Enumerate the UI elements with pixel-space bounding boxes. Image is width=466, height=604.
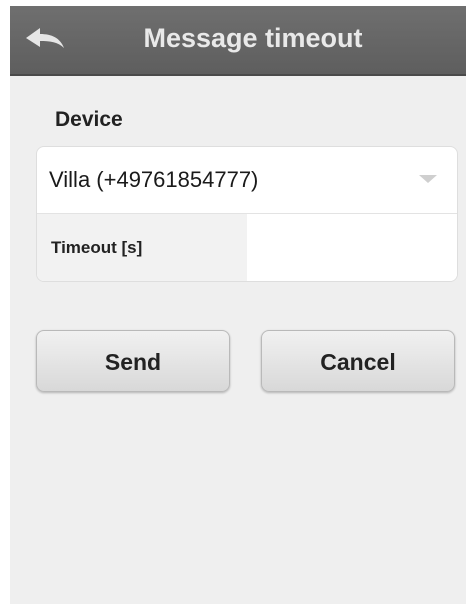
section-label-device: Device bbox=[55, 108, 123, 131]
device-select[interactable]: Villa (+49761854777) bbox=[37, 147, 457, 214]
timeout-row: Timeout [s] bbox=[37, 214, 457, 281]
form-card: Villa (+49761854777) Timeout [s] bbox=[36, 146, 458, 282]
page-title: Message timeout bbox=[143, 23, 363, 53]
chevron-down-icon bbox=[419, 175, 437, 183]
app-screen: Message timeout Device Villa (+497618547… bbox=[10, 6, 466, 604]
send-button[interactable]: Send bbox=[36, 330, 230, 392]
timeout-input[interactable] bbox=[247, 214, 457, 281]
device-select-value: Villa (+49761854777) bbox=[49, 167, 259, 192]
header-bar: Message timeout bbox=[10, 6, 466, 76]
timeout-label: Timeout [s] bbox=[37, 214, 247, 281]
cancel-button[interactable]: Cancel bbox=[261, 330, 455, 392]
